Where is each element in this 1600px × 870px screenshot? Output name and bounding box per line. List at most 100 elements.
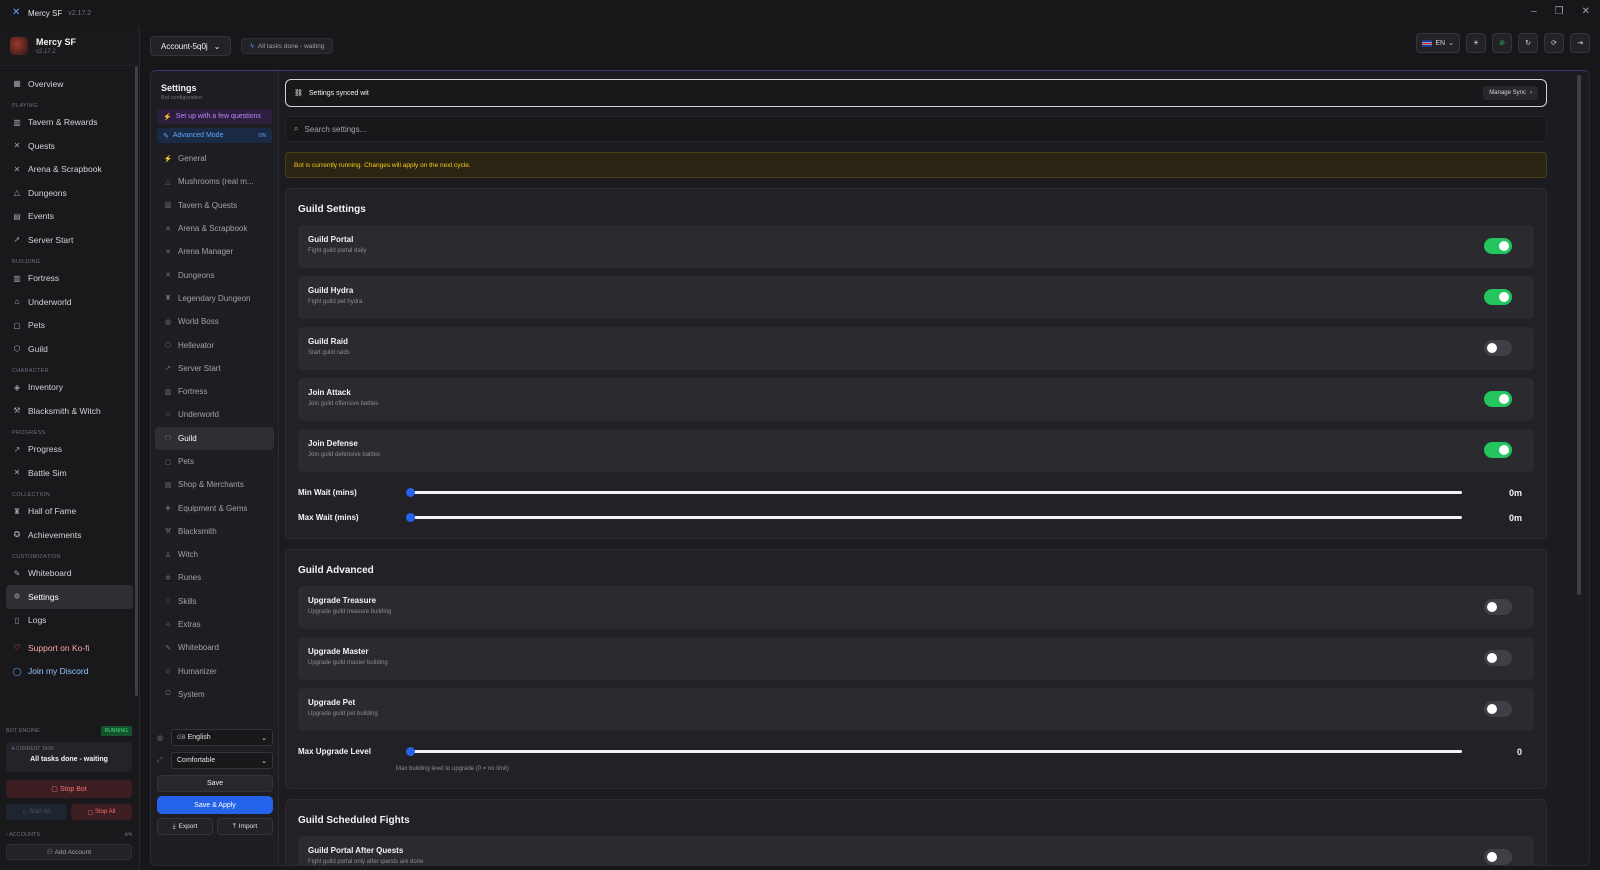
settings-category-item[interactable]: ▥ Fortress — [155, 380, 274, 403]
content-scrollbar[interactable] — [1577, 75, 1581, 595]
logout-button[interactable]: ⇥ — [1570, 33, 1590, 53]
refresh-button[interactable]: ↻ — [1518, 33, 1538, 53]
sidebar-item-arena[interactable]: ✕ Arena & Scrapbook — [6, 158, 133, 182]
settings-category-item[interactable]: ▥ Tavern & Quests — [155, 194, 274, 217]
sidebar-item-quests[interactable]: ✕ Quests — [6, 134, 133, 158]
min-wait-slider[interactable] — [406, 488, 1462, 497]
sidebar-item-kofi[interactable]: ♡ Support on Ko-fi — [6, 636, 133, 660]
export-button[interactable]: ⤓ Export — [157, 818, 213, 835]
settings-category-item[interactable]: ⚡ General — [155, 147, 274, 170]
search-input[interactable] — [304, 124, 905, 134]
start-all-button[interactable]: ▷ Start All — [6, 804, 67, 820]
sidebar-item-whiteboard[interactable]: ✎ Whiteboard — [6, 562, 133, 586]
settings-category-item[interactable]: ☆ Skills — [155, 590, 274, 613]
settings-category-item[interactable]: ⬡ Hellevator — [155, 333, 274, 356]
language-select[interactable]: GB English ⌄ — [171, 729, 273, 746]
toggle-switch[interactable] — [1484, 650, 1512, 666]
settings-category-item[interactable]: ⏻ System — [155, 683, 274, 706]
minimize-icon[interactable]: – — [1531, 6, 1537, 17]
castle-icon: ▥ — [164, 388, 172, 396]
sync-button[interactable]: ⟳ — [1544, 33, 1564, 53]
accounts-header[interactable]: › ACCOUNTS 4/4 — [6, 832, 132, 838]
settings-category-item[interactable]: ✕ Arena Manager — [155, 240, 274, 263]
maximize-icon[interactable]: ❐ — [1555, 6, 1564, 17]
save-button[interactable]: Save — [157, 775, 273, 792]
save-apply-button[interactable]: Save & Apply — [157, 796, 273, 814]
title-bar: ✕ Mercy SF v2.17.2 – ❐ ✕ — [0, 0, 1600, 26]
settings-category-item[interactable]: ⌂ Underworld — [155, 403, 274, 426]
import-button[interactable]: ⤒ Import — [217, 818, 273, 835]
settings-category-item[interactable]: ☺ Humanizer — [155, 660, 274, 683]
account-selector[interactable]: Account-5q0j ⌄ — [150, 36, 232, 56]
sidebar-item-settings[interactable]: ✲ Settings — [6, 585, 133, 609]
setup-wizard-button[interactable]: ⚡ Set up with a few questions — [157, 109, 272, 124]
sidebar-item-guild[interactable]: ⬡ Guild — [6, 337, 133, 361]
settings-category-item[interactable]: ▤ Shop & Merchants — [155, 473, 274, 496]
sidebar-item-dungeons[interactable]: △ Dungeons — [6, 181, 133, 205]
setting-label: Guild Portal After Quests — [308, 846, 404, 855]
eye-off-icon: ⊘ — [1499, 40, 1505, 47]
settings-category-item[interactable]: ✕ Arena & Scrapbook — [155, 217, 274, 240]
max-wait-slider[interactable] — [406, 513, 1462, 522]
min-wait-label: Min Wait (mins) — [298, 488, 357, 497]
manage-sync-button[interactable]: Manage Sync › — [1483, 86, 1538, 100]
setting-label: Join Attack — [308, 388, 351, 397]
current-task-box: ϟ CURRENT TASK All tasks done - waiting — [6, 742, 132, 772]
sidebar-item-inventory[interactable]: ◈ Inventory — [6, 376, 133, 400]
sidebar-item-fortress[interactable]: ▥ Fortress — [6, 267, 133, 291]
sidebar-item-pets[interactable]: ▢ Pets — [6, 314, 133, 338]
toggle-switch[interactable] — [1484, 599, 1512, 615]
settings-category-item[interactable]: ✲ Runes — [155, 566, 274, 589]
settings-category-item[interactable]: ◍ World Boss — [155, 310, 274, 333]
settings-category-item[interactable]: ✎ Whiteboard — [155, 636, 274, 659]
settings-category-item[interactable]: ⚒ Blacksmith — [155, 520, 274, 543]
sidebar-item-battle-sim[interactable]: ✕ Battle Sim — [6, 461, 133, 485]
sidebar-item-underworld[interactable]: ⌂ Underworld — [6, 290, 133, 314]
main-sidebar: Mercy SF v2.17.2 ▦ Overview PLAYING ▥ Tave… — [0, 26, 140, 870]
setting-label: Join Defense — [308, 439, 358, 448]
stop-bot-button[interactable]: ▢ Stop Bot — [6, 780, 132, 798]
settings-category-item[interactable]: ✧ Extras — [155, 613, 274, 636]
sidebar-item-blacksmith[interactable]: ⚒ Blacksmith & Witch — [6, 399, 133, 423]
sidebar-item-overview[interactable]: ▦ Overview — [6, 72, 133, 96]
language-button[interactable]: EN ⌄ — [1416, 33, 1460, 53]
toggle-switch[interactable] — [1484, 238, 1512, 254]
settings-category-item[interactable]: ✕ Dungeons — [155, 263, 274, 286]
slider-thumb[interactable] — [406, 747, 415, 756]
sidebar-item-discord[interactable]: ◯ Join my Discord — [6, 660, 133, 684]
sidebar-item-tavern[interactable]: ▥ Tavern & Rewards — [6, 111, 133, 135]
profile-version: v2.17.2 — [36, 48, 56, 55]
settings-category-item[interactable]: ◈ Equipment & Gems — [155, 496, 274, 519]
max-upgrade-slider[interactable] — [406, 747, 1462, 756]
settings-category-item[interactable]: ▢ Pets — [155, 450, 274, 473]
slider-thumb[interactable] — [406, 513, 415, 522]
toggle-switch[interactable] — [1484, 849, 1512, 865]
sidebar-scrollbar[interactable] — [135, 66, 138, 696]
settings-category-item[interactable]: ➚ Server Start — [155, 357, 274, 380]
expand-icon: ⤢ — [157, 756, 163, 764]
toggle-switch[interactable] — [1484, 289, 1512, 305]
sidebar-item-server-start[interactable]: ➚ Server Start — [6, 228, 133, 252]
theme-toggle-button[interactable]: ☀ — [1466, 33, 1486, 53]
toggle-switch[interactable] — [1484, 442, 1512, 458]
density-select[interactable]: Comfortable ⌄ — [171, 752, 273, 769]
sidebar-item-hall-of-fame[interactable]: ♜ Hall of Fame — [6, 500, 133, 524]
sidebar-item-logs[interactable]: ▯ Logs — [6, 609, 133, 633]
toggle-switch[interactable] — [1484, 701, 1512, 717]
settings-category-item[interactable]: △ Mushrooms (real m... — [155, 170, 274, 193]
toggle-switch[interactable] — [1484, 391, 1512, 407]
slider-thumb[interactable] — [406, 488, 415, 497]
stop-all-button[interactable]: ▢ Stop All — [71, 804, 132, 820]
settings-category-item[interactable]: ⬡ Guild — [155, 426, 274, 450]
sidebar-item-progress[interactable]: ↗ Progress — [6, 438, 133, 462]
close-icon[interactable]: ✕ — [1582, 6, 1590, 17]
visibility-button[interactable]: ⊘ — [1492, 33, 1512, 53]
settings-category-item[interactable]: ♙ Witch — [155, 543, 274, 566]
advanced-mode-toggle[interactable]: ✎ Advanced Mode ON — [157, 128, 272, 143]
sidebar-item-events[interactable]: ▤ Events — [6, 205, 133, 229]
section-progress: PROGRESS — [12, 429, 46, 436]
sidebar-item-achievements[interactable]: ✪ Achievements — [6, 523, 133, 547]
settings-category-item[interactable]: ♜ Legendary Dungeon — [155, 287, 274, 310]
add-account-button[interactable]: ⚇ Add Account — [6, 844, 132, 860]
toggle-switch[interactable] — [1484, 340, 1512, 356]
